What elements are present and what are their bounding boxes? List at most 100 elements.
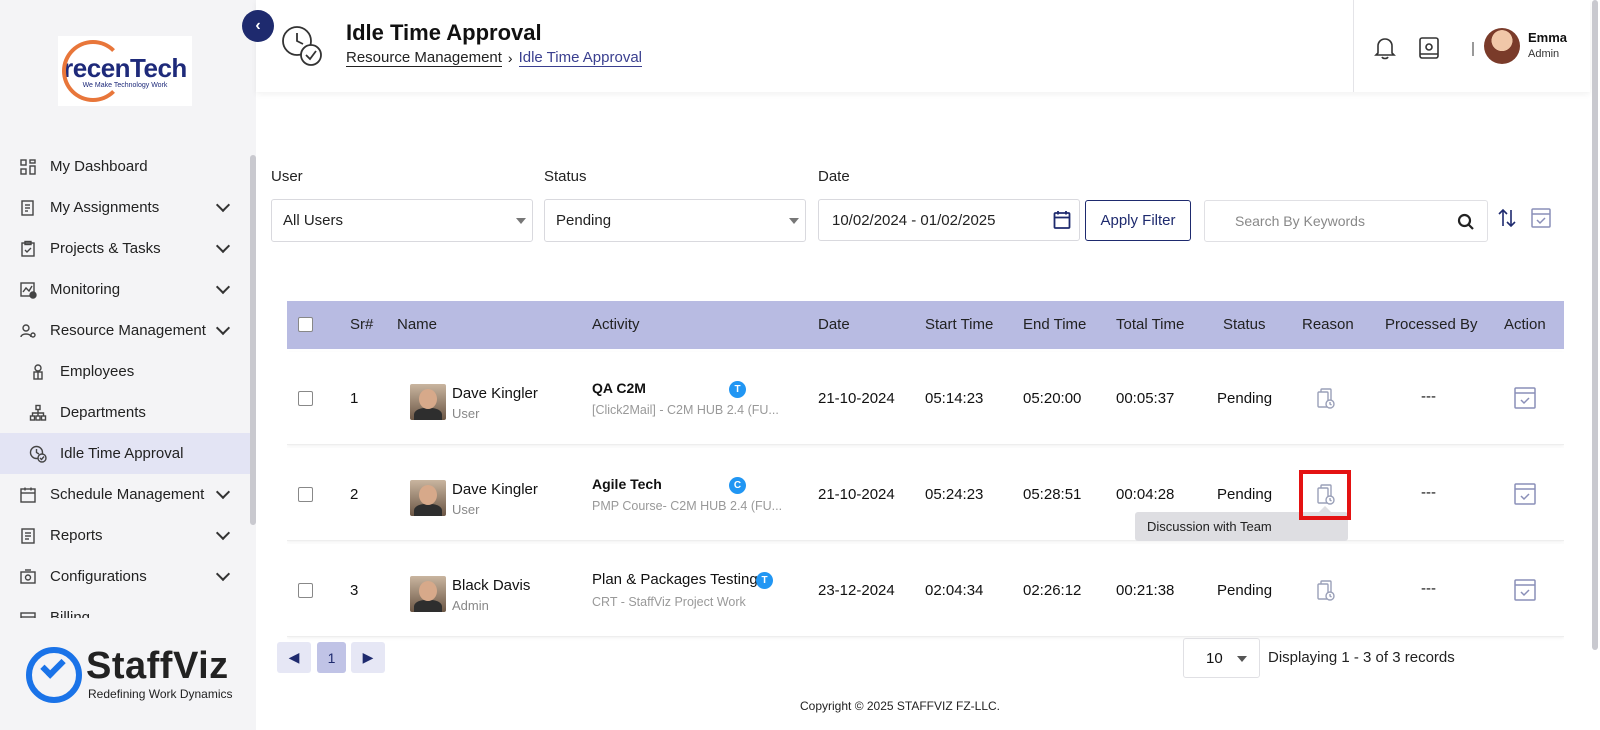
page-1-button[interactable]: 1	[317, 642, 346, 673]
chevron-down-icon[interactable]	[215, 484, 231, 500]
copyright: Copyright © 2025 STAFFVIZ FZ-LLC.	[800, 699, 1001, 713]
sidebar-item-idle-time-approval[interactable]: Idle Time Approval	[0, 433, 250, 474]
highlight-box	[1299, 470, 1351, 520]
breadcrumb-idle-time-approval[interactable]: Idle Time Approval	[518, 49, 642, 67]
row-status: Pending	[1217, 486, 1273, 503]
sidebar-item-monitoring[interactable]: Monitoring	[0, 269, 250, 310]
bell-icon[interactable]	[1374, 36, 1396, 65]
row-checkbox[interactable]	[298, 487, 313, 502]
row-status: Pending	[1217, 390, 1273, 407]
row-date: 23-12-2024	[818, 582, 895, 599]
reason-document-icon[interactable]	[1316, 580, 1336, 607]
row-activity: QA C2M	[592, 380, 646, 396]
reason-document-icon[interactable]	[1316, 388, 1336, 415]
sort-icon[interactable]	[1498, 208, 1516, 233]
sidebar-item-my-dashboard[interactable]: My Dashboard	[0, 146, 250, 187]
page-header: Idle Time Approval Resource Management ›…	[256, 0, 1590, 92]
search-input[interactable]: Search By Keywords	[1204, 200, 1488, 242]
sidebar-item-my-assignments[interactable]: My Assignments	[0, 187, 250, 228]
chevron-down-icon[interactable]	[215, 525, 231, 541]
chevron-right-icon: ›	[507, 50, 513, 66]
chevron-down-icon[interactable]	[215, 320, 231, 336]
main-scrollbar[interactable]	[1592, 0, 1598, 650]
status-select[interactable]: Pending	[544, 199, 806, 242]
row-processed-by: ---	[1421, 580, 1436, 597]
sidebar-item-billing[interactable]: Billing	[0, 597, 250, 618]
sidebar-item-configurations[interactable]: Configurations	[0, 556, 250, 597]
header-divider	[1353, 0, 1354, 92]
sidebar-item-label: Configurations	[50, 568, 147, 585]
employee-icon	[28, 362, 48, 382]
approve-action-icon[interactable]	[1514, 387, 1536, 414]
users-gear-icon	[18, 321, 38, 341]
row-activity-sub: CRT - StaffViz Project Work	[592, 595, 746, 609]
column-header-end-time: End Time	[1023, 316, 1087, 333]
sidebar-item-label: Schedule Management	[50, 486, 205, 503]
column-header-name: Name	[397, 316, 438, 333]
breadcrumb: Resource Management › Idle Time Approval	[346, 49, 642, 67]
collapse-sidebar-button[interactable]: ‹	[242, 10, 274, 42]
sidebar-scrollbar[interactable]	[250, 155, 256, 525]
activity-type-badge: C	[729, 477, 746, 494]
avatar	[410, 480, 446, 516]
avatar[interactable]	[1484, 28, 1520, 64]
chevron-down-icon[interactable]	[215, 279, 231, 295]
row-role: Admin	[452, 598, 489, 613]
row-processed-by: ---	[1421, 388, 1436, 405]
table-row: 2 Dave Kingler User Agile Tech C PMP Cou…	[287, 448, 1564, 541]
config-icon	[18, 567, 38, 587]
row-date: 21-10-2024	[818, 390, 895, 407]
per-page-select[interactable]: 10	[1183, 638, 1260, 678]
row-end-time: 05:20:00	[1023, 390, 1082, 407]
row-checkbox[interactable]	[298, 583, 313, 598]
chevron-down-icon[interactable]	[215, 566, 231, 582]
sidebar-item-label: Projects & Tasks	[50, 240, 161, 257]
user-name[interactable]: Emma	[1528, 30, 1567, 45]
row-total-time: 00:05:37	[1116, 390, 1175, 407]
sidebar-item-projects-tasks[interactable]: Projects & Tasks	[0, 228, 250, 269]
help-book-icon[interactable]	[1418, 36, 1440, 65]
column-header-start-time: Start Time	[925, 316, 994, 333]
next-page-button[interactable]: ▶	[351, 642, 385, 673]
approve-action-icon[interactable]	[1514, 483, 1536, 510]
approve-action-icon[interactable]	[1514, 579, 1536, 606]
breadcrumb-resource-management[interactable]: Resource Management	[346, 49, 502, 67]
sidebar-item-label: My Dashboard	[50, 158, 148, 175]
sidebar-item-label: Employees	[60, 363, 135, 380]
column-header-status: Status	[1223, 316, 1266, 333]
apply-filter-button[interactable]: Apply Filter	[1085, 200, 1191, 241]
row-activity-sub: PMP Course- C2M HUB 2.4 (FU...	[592, 499, 783, 513]
status-select-value: Pending	[556, 212, 612, 229]
select-all-checkbox[interactable]	[298, 317, 313, 332]
clipboard-icon	[18, 239, 38, 259]
row-activity: Plan & Packages Testing	[592, 571, 758, 588]
user-role: Admin	[1528, 48, 1560, 60]
column-header-processed-by: Processed By	[1385, 316, 1478, 333]
row-name: Black Davis	[452, 577, 531, 594]
sidebar-item-departments[interactable]: Departments	[0, 392, 250, 433]
row-checkbox[interactable]	[298, 391, 313, 406]
chevron-down-icon[interactable]	[215, 238, 231, 254]
status-filter-label: Status	[544, 168, 587, 185]
row-start-time: 05:14:23	[925, 390, 984, 407]
logo-ring-icon	[62, 40, 124, 102]
prev-page-button[interactable]: ◀	[277, 642, 311, 673]
chevron-down-icon[interactable]	[215, 197, 231, 213]
user-select[interactable]: All Users	[271, 199, 533, 242]
row-start-time: 02:04:34	[925, 582, 984, 599]
date-range-input[interactable]: 10/02/2024 - 01/02/2025	[818, 199, 1080, 241]
date-filter-label: Date	[818, 168, 850, 185]
calendar-icon[interactable]	[1053, 210, 1071, 234]
sidebar-item-schedule-management[interactable]: Schedule Management	[0, 474, 250, 515]
caret-down-icon	[789, 218, 799, 224]
avatar	[410, 576, 446, 612]
page-title: Idle Time Approval	[346, 20, 542, 45]
search-icon[interactable]	[1457, 213, 1475, 234]
row-processed-by: ---	[1421, 484, 1436, 501]
report-icon	[18, 526, 38, 546]
sidebar-item-resource-management[interactable]: Resource Management	[0, 310, 250, 351]
sidebar-item-employees[interactable]: Employees	[0, 351, 250, 392]
bulk-approve-icon[interactable]	[1530, 207, 1552, 234]
sidebar-item-reports[interactable]: Reports	[0, 515, 250, 556]
billing-icon	[18, 608, 38, 618]
